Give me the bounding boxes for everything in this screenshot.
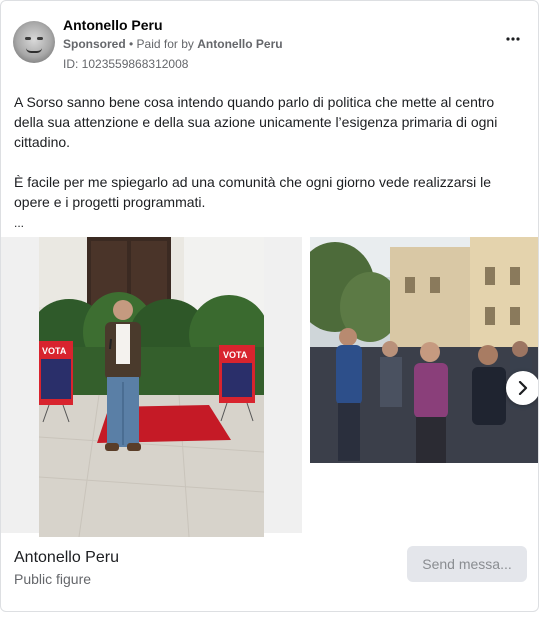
speaker-photo: VOTA VOTA xyxy=(39,237,264,537)
post-paragraph: È facile per me spiegarlo ad una comunit… xyxy=(14,174,492,210)
banner-text: VOTA xyxy=(42,346,67,356)
carousel-next-button[interactable] xyxy=(506,371,538,405)
sponsored-post-card: Antonello Peru Sponsored • Paid for by A… xyxy=(0,0,539,612)
avatar-mouth xyxy=(26,48,42,53)
avatar-eye xyxy=(37,37,43,40)
chevron-right-icon xyxy=(518,381,528,395)
image-carousel: VOTA VOTA xyxy=(1,237,538,537)
send-message-button[interactable]: Send messa... xyxy=(407,546,527,582)
carousel-slide-2[interactable] xyxy=(310,237,538,463)
page-name[interactable]: Antonello Peru xyxy=(63,17,163,33)
crowd-photo-illustration xyxy=(310,237,538,463)
paid-for-prefix: • Paid for by xyxy=(125,37,198,51)
avatar-eye xyxy=(25,37,31,40)
footer-page-category: Public figure xyxy=(14,571,92,587)
more-options-button[interactable] xyxy=(500,29,526,49)
see-more-ellipsis[interactable]: ... xyxy=(14,213,24,233)
payer-name: Antonello Peru xyxy=(197,37,283,51)
ellipsis-icon xyxy=(506,37,520,41)
footer-page-name[interactable]: Antonello Peru xyxy=(14,549,119,567)
post-header: Antonello Peru Sponsored • Paid for by A… xyxy=(13,15,526,71)
ad-id: ID: 1023559868312008 xyxy=(63,57,189,71)
post-body: A Sorso sanno bene cosa intendo quando p… xyxy=(14,92,524,232)
page-avatar[interactable] xyxy=(13,21,55,63)
speaker-photo-illustration: VOTA VOTA xyxy=(39,237,264,537)
banner-text: VOTA xyxy=(223,350,248,360)
sponsorship-line: Sponsored • Paid for by Antonello Peru xyxy=(63,37,283,51)
sponsored-label: Sponsored xyxy=(63,37,126,51)
post-paragraph: A Sorso sanno bene cosa intendo quando p… xyxy=(14,94,498,150)
carousel-slide-1[interactable]: VOTA VOTA xyxy=(1,237,302,537)
